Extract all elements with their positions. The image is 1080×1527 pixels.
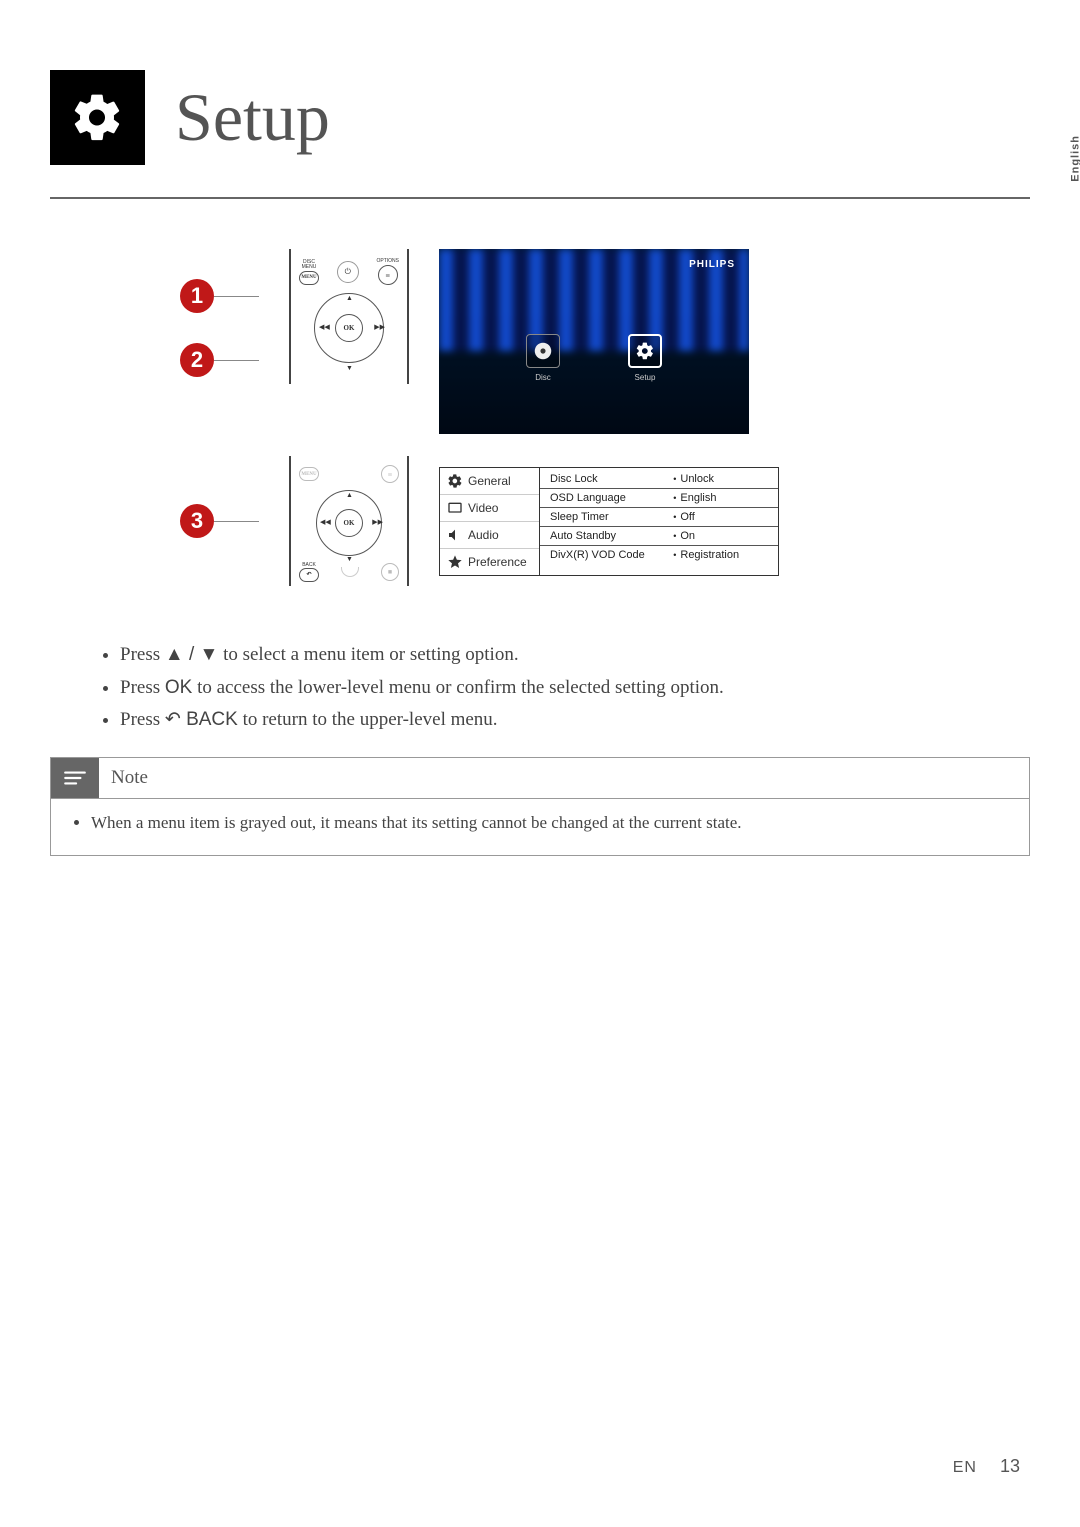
- instr-text: to return to the upper-level menu.: [238, 709, 498, 730]
- instr-text: to access the lower-level menu or confir…: [192, 677, 723, 698]
- osd-tabs: General Video Audio Preference: [440, 468, 540, 575]
- osd-row: DivX(R) VOD CodeRegistration: [540, 546, 778, 564]
- menu-button-icon: MENU: [299, 271, 319, 285]
- footer-lang: EN: [953, 1459, 977, 1476]
- menu-button-icon-2: MENU: [299, 467, 319, 481]
- step-badge-2: 2: [180, 343, 214, 377]
- osd-val: Unlock: [673, 473, 768, 485]
- osd-row: OSD LanguageEnglish: [540, 489, 778, 508]
- osd-menu: General Video Audio Preference: [439, 467, 779, 576]
- step-badge-3: 3: [180, 504, 214, 538]
- remote-diagram-bottom: MENU ≡ OK ▲ ▼ ◀◀ ▶▶ BACK ↶: [289, 456, 409, 586]
- instructions-list: Press ▲ / ▼ to select a menu item or set…: [50, 641, 1030, 735]
- up-down-arrows-icon: ▲ / ▼: [165, 644, 218, 665]
- tv-icon-setup: Setup: [628, 334, 662, 382]
- remote-diagram-top: DISCMENU MENU ⏻ OPTIONS ≡ OK ▲ ▼ ◀◀ ▶▶: [289, 249, 409, 384]
- note-box: Note When a menu item is grayed out, it …: [50, 757, 1030, 856]
- osd-tab-preference-label: Preference: [468, 555, 527, 569]
- options-label: OPTIONS: [376, 259, 399, 264]
- instruction-item: Press ▲ / ▼ to select a menu item or set…: [120, 641, 1030, 670]
- down-arrow-icon: ▼: [346, 365, 353, 372]
- tv-icon-disc: Disc: [526, 334, 560, 382]
- instruction-item: Press OK to access the lower-level menu …: [120, 674, 1030, 703]
- osd-tab-general-label: General: [468, 474, 511, 488]
- note-title: Note: [111, 761, 148, 795]
- osd-key: Sleep Timer: [550, 511, 673, 523]
- note-icon: [51, 758, 99, 798]
- up-arrow-icon-2: ▲: [346, 492, 353, 499]
- language-tab: English: [1070, 135, 1080, 182]
- dpad-2: OK ▲ ▼ ◀◀ ▶▶: [310, 484, 388, 562]
- ok-button-icon: OK: [335, 314, 363, 342]
- osd-key: OSD Language: [550, 492, 673, 504]
- tv-icon-disc-label: Disc: [535, 373, 551, 382]
- osd-val: Registration: [673, 549, 768, 561]
- osd-tab-preference: Preference: [440, 549, 539, 575]
- step-badge-1: 1: [180, 279, 214, 313]
- right-arrow-icon: ▶▶: [374, 323, 385, 331]
- ok-button-icon-2: OK: [335, 509, 363, 537]
- osd-key: Disc Lock: [550, 473, 673, 485]
- back-button-icon: ↶: [299, 568, 319, 582]
- tv-brand-label: PHILIPS: [689, 259, 735, 270]
- diagram-area: 1 2 DISCMENU MENU ⏻ OPTIONS: [180, 249, 900, 586]
- right-arrow-icon-2: ▶▶: [372, 518, 383, 526]
- left-arrow-icon: ◀◀: [319, 323, 330, 331]
- osd-row: Auto StandbyOn: [540, 527, 778, 546]
- note-body-text: When a menu item is grayed out, it means…: [91, 813, 1009, 833]
- osd-key: DivX(R) VOD Code: [550, 549, 673, 561]
- ok-label: OK: [165, 677, 192, 698]
- tv-icon-setup-label: Setup: [635, 373, 656, 382]
- osd-val: English: [673, 492, 768, 504]
- instr-text: Press: [120, 677, 165, 698]
- power-button-icon: ⏻: [337, 261, 359, 283]
- osd-tab-audio: Audio: [440, 522, 539, 549]
- osd-val: Off: [673, 511, 768, 523]
- osd-tab-video: Video: [440, 495, 539, 522]
- back-label-text: BACK: [181, 709, 238, 730]
- options-button-icon: ≡: [378, 265, 398, 285]
- options-button-icon-2: ≡: [381, 465, 399, 483]
- osd-row: Sleep TimerOff: [540, 508, 778, 527]
- settings-icon: [50, 70, 145, 165]
- page-title: Setup: [175, 78, 330, 157]
- disc-menu-label: DISCMENU: [302, 260, 317, 270]
- header-divider: [50, 197, 1030, 199]
- page-footer: EN 13: [953, 1456, 1020, 1477]
- tv-screen-home: PHILIPS Disc Setup: [439, 249, 749, 434]
- instruction-item: Press ↶ BACK to return to the upper-leve…: [120, 706, 1030, 735]
- instr-text: Press: [120, 709, 165, 730]
- osd-tab-general: General: [440, 468, 539, 495]
- left-arrow-icon-2: ◀◀: [320, 518, 331, 526]
- osd-row: Disc LockUnlock: [540, 470, 778, 489]
- osd-key: Auto Standby: [550, 530, 673, 542]
- back-arrow-icon: ↶: [165, 706, 181, 735]
- osd-tab-video-label: Video: [468, 501, 498, 515]
- osd-val: On: [673, 530, 768, 542]
- instr-text: to select a menu item or setting option.: [218, 644, 518, 665]
- osd-settings-list: Disc LockUnlock OSD LanguageEnglish Slee…: [540, 468, 778, 575]
- down-arrow-icon-2: ▼: [346, 556, 353, 563]
- dpad: OK ▲ ▼ ◀◀ ▶▶: [308, 287, 390, 369]
- footer-page-number: 13: [1000, 1456, 1020, 1476]
- back-label: BACK: [302, 563, 316, 568]
- osd-tab-audio-label: Audio: [468, 528, 499, 542]
- up-arrow-icon: ▲: [346, 295, 353, 302]
- page-header: Setup: [50, 70, 1030, 165]
- stop-button-icon: ■: [381, 563, 399, 581]
- instr-text: Press: [120, 644, 165, 665]
